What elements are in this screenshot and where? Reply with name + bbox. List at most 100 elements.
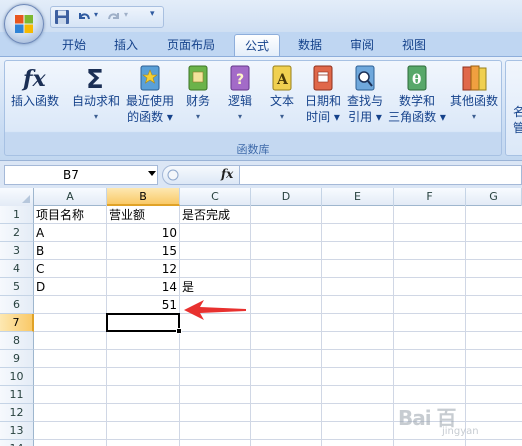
tab-view[interactable]: 视图 [392, 34, 436, 56]
title-bar: ▾ ▾ ▾ [0, 0, 522, 32]
cell-a2[interactable]: A [34, 224, 107, 242]
cell-c1[interactable]: 是否完成 [180, 206, 251, 224]
fill-handle[interactable] [176, 328, 182, 334]
cell-b1[interactable]: 营业额 [107, 206, 180, 224]
selected-cell-b7[interactable] [106, 313, 180, 332]
finance-book-icon [188, 65, 208, 91]
recently-used-label-line2: 的函数 ▾ [127, 110, 173, 124]
cell-a1[interactable]: 项目名称 [34, 206, 107, 224]
cell-b5[interactable]: 14 [107, 278, 180, 296]
logical-button[interactable]: ? 逻辑 ▾ [220, 63, 260, 135]
gridline-vertical [250, 206, 251, 446]
math-trig-button[interactable]: θ 数学和 三角函数 ▾ [388, 63, 446, 135]
date-time-button[interactable]: 日期和 时间 ▾ [302, 63, 344, 135]
redo-dropdown-icon[interactable]: ▾ [124, 10, 128, 19]
select-all-corner[interactable] [0, 188, 34, 206]
row-header-13[interactable]: 13 [0, 422, 34, 440]
save-icon[interactable] [54, 9, 70, 25]
lookup-book-icon [355, 65, 375, 91]
more-functions-label: 其他函数 [449, 94, 498, 108]
tab-home[interactable]: 开始 [52, 34, 96, 56]
svg-text:A: A [276, 72, 289, 88]
text-label: 文本 [269, 94, 294, 108]
customize-toolbar-icon[interactable]: ▾ [150, 9, 155, 19]
gridline-horizontal [34, 385, 522, 386]
more-books-icon [462, 65, 487, 91]
svg-text:Σ: Σ [86, 65, 104, 93]
name-box[interactable]: B7 [4, 165, 158, 185]
name-box-dropdown-icon[interactable] [148, 171, 156, 176]
row-header-2[interactable]: 2 [0, 224, 34, 242]
row-header-1[interactable]: 1 [0, 206, 34, 224]
column-header-f[interactable]: F [394, 188, 466, 206]
date-time-label-line1: 日期和 [304, 94, 341, 108]
autosum-label: 自动求和 [71, 94, 120, 108]
undo-icon[interactable] [76, 9, 92, 25]
row-header-7[interactable]: 7 [0, 314, 34, 332]
row-header-4[interactable]: 4 [0, 260, 34, 278]
gridline-horizontal [34, 367, 522, 368]
math-trig-label-line1: 数学和 [398, 94, 435, 108]
financial-dropdown: ▾ [195, 112, 200, 121]
recently-used-button[interactable]: 最近使用 的函数 ▾ [124, 63, 176, 135]
insert-function-label: 插入函数 [10, 94, 59, 108]
tab-review[interactable]: 审阅 [340, 34, 384, 56]
defined-names-partial-label-bottom[interactable]: 管 [513, 119, 522, 136]
row-header-10[interactable]: 10 [0, 368, 34, 386]
defined-names-partial-label-top[interactable]: 名 [513, 103, 522, 120]
insert-function-button[interactable]: fx 插入函数 [8, 63, 62, 135]
column-header-e[interactable]: E [322, 188, 394, 206]
cell-c5[interactable]: 是 [180, 278, 251, 296]
row-header-11[interactable]: 11 [0, 386, 34, 404]
more-functions-dropdown: ▾ [471, 112, 476, 121]
lookup-reference-button[interactable]: 查找与 引用 ▾ [344, 63, 386, 135]
tab-insert[interactable]: 插入 [104, 34, 148, 56]
more-functions-button[interactable]: 其他函数 ▾ [446, 63, 502, 135]
red-arrow-annotation-icon [184, 300, 246, 320]
expand-circle-icon[interactable] [167, 169, 179, 181]
column-header-d[interactable]: D [251, 188, 322, 206]
autosum-dropdown: ▾ [93, 112, 98, 121]
row-header-12[interactable]: 12 [0, 404, 34, 422]
row-header-5[interactable]: 5 [0, 278, 34, 296]
autosum-button[interactable]: Σ 自动求和 ▾ [68, 63, 124, 135]
svg-text:fx: fx [21, 66, 46, 92]
cell-a5[interactable]: D [34, 278, 107, 296]
cell-b6[interactable]: 51 [107, 296, 180, 314]
text-dropdown: ▾ [279, 112, 284, 121]
row-header-8[interactable]: 8 [0, 332, 34, 350]
row-header-6[interactable]: 6 [0, 296, 34, 314]
insert-function-fx-button[interactable]: fx [221, 167, 233, 181]
logical-label: 逻辑 [227, 94, 252, 108]
column-header-c[interactable]: C [180, 188, 251, 206]
cell-a3[interactable]: B [34, 242, 107, 260]
cell-b4[interactable]: 12 [107, 260, 180, 278]
row-header-9[interactable]: 9 [0, 350, 34, 368]
tab-data[interactable]: 数据 [288, 34, 332, 56]
star-book-icon [140, 65, 160, 91]
tab-page-layout[interactable]: 页面布局 [158, 34, 224, 56]
cell-b3[interactable]: 15 [107, 242, 180, 260]
office-button[interactable] [4, 4, 44, 44]
math-book-icon: θ [407, 65, 427, 91]
sigma-icon: Σ [86, 65, 104, 93]
row-header-3[interactable]: 3 [0, 242, 34, 260]
row-header-14[interactable]: 14 [0, 440, 34, 446]
undo-dropdown-icon[interactable]: ▾ [94, 10, 98, 19]
column-header-b[interactable]: B [107, 188, 180, 206]
cell-a4[interactable]: C [34, 260, 107, 278]
svg-text:?: ? [236, 72, 244, 88]
math-trig-label-line2: 三角函数 ▾ [388, 110, 446, 124]
column-header-a[interactable]: A [34, 188, 107, 206]
fx-icon: fx [21, 66, 46, 92]
office-logo-icon [15, 15, 33, 33]
text-book-icon: A [272, 65, 292, 91]
tab-formulas[interactable]: 公式 [234, 34, 280, 56]
cell-b2[interactable]: 10 [107, 224, 180, 242]
text-button[interactable]: A 文本 ▾ [262, 63, 302, 135]
column-header-g[interactable]: G [466, 188, 522, 206]
financial-button[interactable]: 财务 ▾ [178, 63, 218, 135]
gridline-horizontal [34, 349, 522, 350]
formula-input[interactable] [240, 165, 522, 185]
redo-icon[interactable] [106, 9, 122, 25]
